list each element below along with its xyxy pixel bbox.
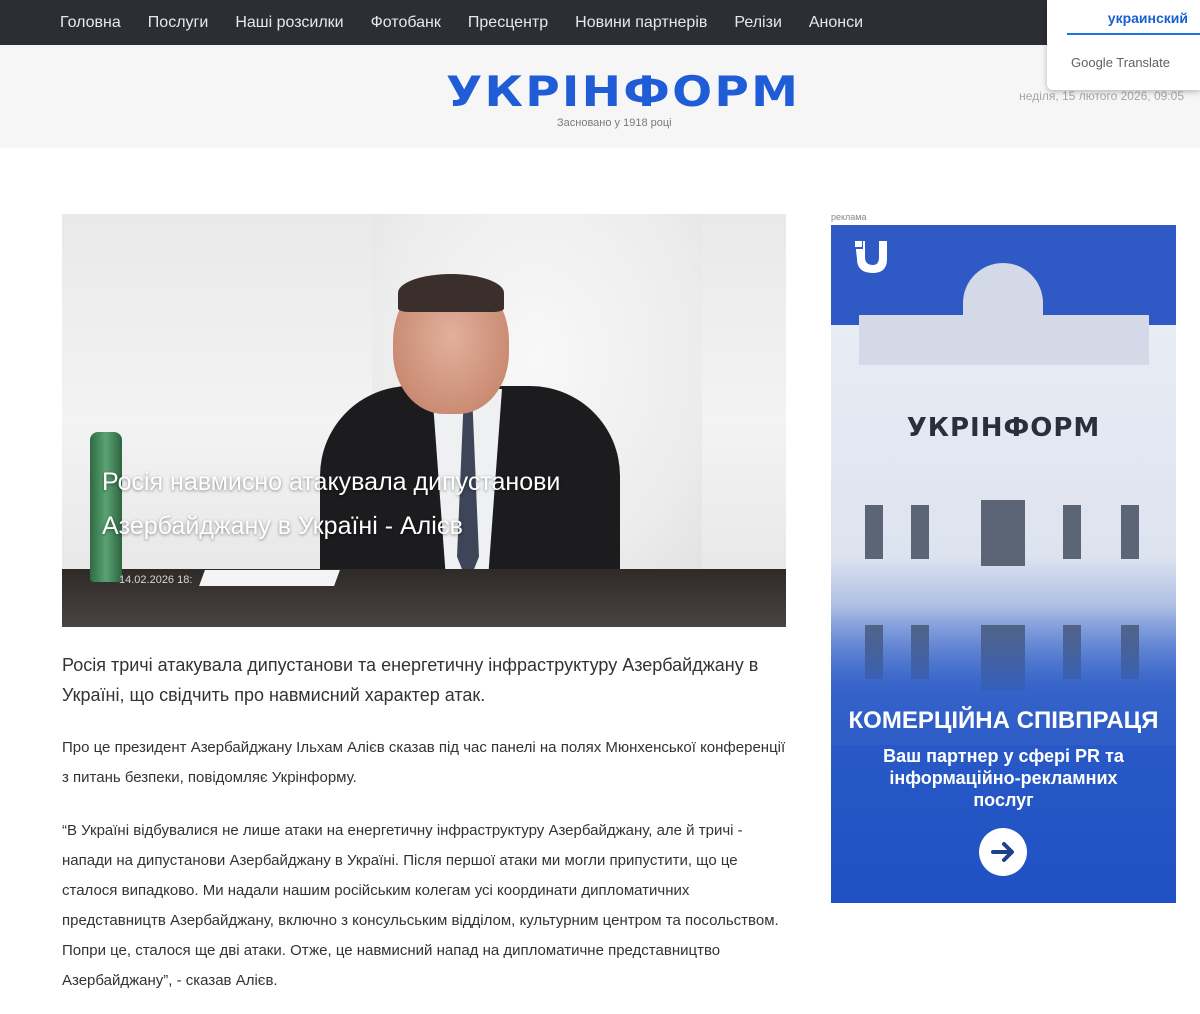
nav-item-photobank[interactable]: Фотобанк xyxy=(371,14,441,32)
nav-item-services[interactable]: Послуги xyxy=(148,14,209,32)
site-logo[interactable]: УКРІНФОРМ xyxy=(446,67,800,116)
top-nav-bar: Головна Послуги Наші розсилки Фотобанк П… xyxy=(0,0,1200,45)
site-tagline: Засновано у 1918 році xyxy=(557,117,672,129)
nav-item-newsletters[interactable]: Наші розсилки xyxy=(235,14,343,32)
ukrinform-u-icon xyxy=(853,239,887,273)
nav-item-home[interactable]: Головна xyxy=(60,14,121,32)
nav-item-press-center[interactable]: Пресцентр xyxy=(468,14,548,32)
article-lead: Росія тричі атакувала дипустанови та ене… xyxy=(62,655,759,705)
ad-heading: КОМЕРЦІЙНА СПІВПРАЦЯ xyxy=(848,707,1159,734)
ad-subheading: Ваш партнер у сфері PR та інформаційно-р… xyxy=(883,746,1124,810)
translate-powered-by: Google Translate xyxy=(1071,55,1171,70)
ad-building-sign: УКРІНФОРМ xyxy=(906,413,1101,443)
ad-label: реклама xyxy=(831,212,867,222)
nav-item-announcements[interactable]: Анонси xyxy=(809,14,863,32)
article-title[interactable]: Росія навмисно атакувала дипустанови Азе… xyxy=(102,460,662,548)
article-paragraph-quote: “В Україні відбувалися не лише атаки на … xyxy=(62,822,779,989)
nav-menu: Головна Послуги Наші розсилки Фотобанк П… xyxy=(60,0,890,45)
article-paragraph: Про це президент Азербайджану Ільхам Алі… xyxy=(62,739,786,786)
ad-arrow-button[interactable] xyxy=(979,828,1027,876)
site-header: УКРІНФОРМ Засновано у 1918 році неділя, … xyxy=(0,45,1200,148)
nav-item-partner-news[interactable]: Новини партнерів xyxy=(575,14,707,32)
translate-language-select[interactable]: украинский xyxy=(1067,0,1200,35)
nav-item-releases[interactable]: Релізи xyxy=(734,14,782,32)
arrow-right-icon xyxy=(991,842,1014,862)
article-datetime: 14.02.2026 18: xyxy=(119,574,193,586)
hero-photo-paper xyxy=(199,570,340,586)
article-hero[interactable]: Росія навмисно атакувала дипустанови Азе… xyxy=(62,214,786,627)
current-date: неділя, 15 лютого 2026, 09:05 xyxy=(1019,89,1184,103)
google-translate-widget: украинский Google Translate xyxy=(1047,0,1200,90)
ad-banner[interactable]: УКРІНФОРМ КОМЕРЦІЙНА СПІВПРАЦЯ Ваш партн… xyxy=(831,225,1176,903)
